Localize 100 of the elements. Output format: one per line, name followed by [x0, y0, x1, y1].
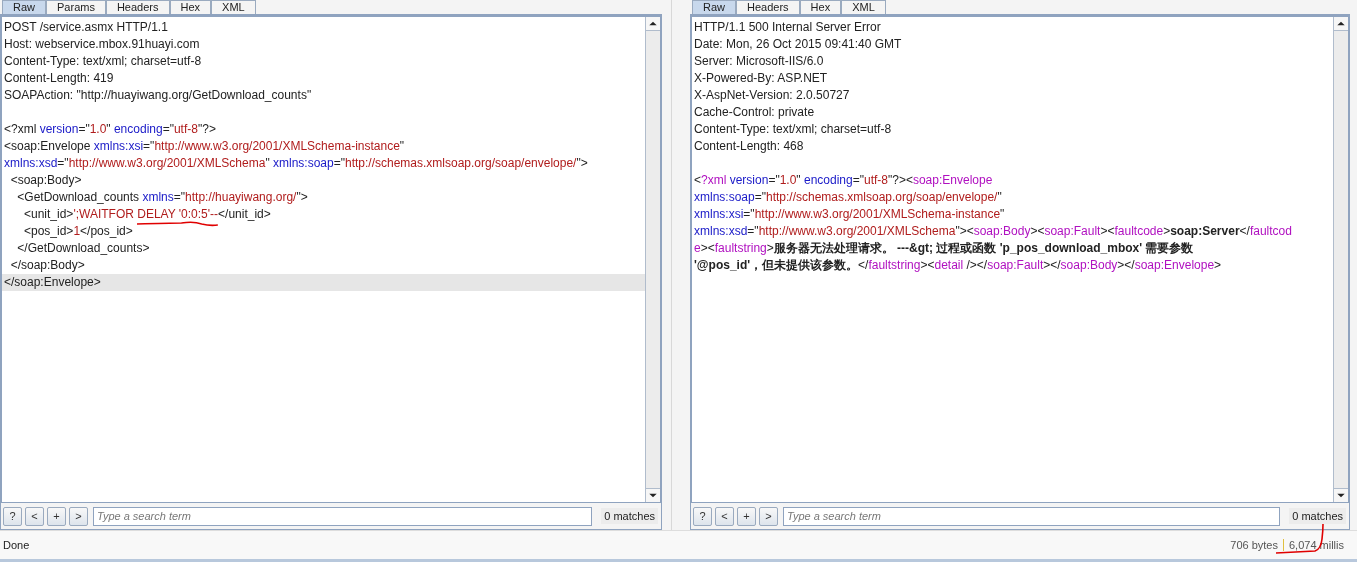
- code-token: http://www.w3.org/2001/XMLSchema-instance: [154, 139, 400, 153]
- response-time: 6,074 millis: [1288, 536, 1344, 554]
- code-token: e: [694, 241, 701, 255]
- code-token: DELAY '0:0:5'--: [137, 207, 219, 221]
- code-token: >: [1163, 224, 1171, 238]
- code-token: =": [78, 122, 90, 136]
- tab[interactable]: XML: [841, 0, 886, 14]
- match-count: 0 matches: [1289, 507, 1346, 525]
- code-token: "><: [955, 224, 974, 238]
- code-token: X-AspNet-Version: 2.0.50727: [694, 88, 850, 102]
- code-token: Server: Microsoft-IIS/6.0: [694, 54, 824, 68]
- code-token: xmlns:xsi: [93, 139, 144, 153]
- code-token: 1.0: [89, 122, 107, 136]
- scrollbar[interactable]: [645, 17, 660, 502]
- scroll-down-icon[interactable]: [1334, 488, 1348, 502]
- code-token: ": [1000, 207, 1005, 221]
- code-token: soap:Body: [973, 224, 1031, 238]
- code-token: </unit_id>: [218, 207, 271, 221]
- search-nav-button[interactable]: <: [25, 506, 44, 526]
- code-token: xmlns:xsd: [4, 156, 58, 170]
- code-token: Content-Length: 419: [4, 71, 114, 85]
- code-token: X-Powered-By: ASP.NET: [694, 71, 828, 85]
- code-token: "?>: [197, 122, 216, 136]
- search-nav-button[interactable]: >: [759, 506, 778, 526]
- search-nav-button[interactable]: ?: [693, 506, 712, 526]
- code-token: </soap:Envelope>: [4, 275, 101, 289]
- code-token: faultstring: [868, 258, 921, 272]
- code-token: soap:Server: [1170, 224, 1240, 238]
- tab[interactable]: Headers: [736, 0, 800, 14]
- code-token: ?xml: [701, 173, 727, 187]
- code-token: =": [743, 207, 755, 221]
- code-token: http://schemas.xmlsoap.org/soap/envelope/: [344, 156, 577, 170]
- search-field[interactable]: Type a search term: [783, 506, 1281, 526]
- scroll-up-icon[interactable]: [646, 17, 660, 31]
- search-nav-button[interactable]: +: [737, 506, 756, 526]
- code-token: ": [997, 190, 1002, 204]
- code-token: utf-8: [173, 122, 198, 136]
- code-token: ": [399, 139, 405, 153]
- code-token: /></: [965, 258, 988, 272]
- code-token: http://www.w3.org/2001/XMLSchema: [758, 224, 956, 238]
- code-token: soap:Envelope: [912, 173, 993, 187]
- tab[interactable]: XML: [211, 0, 256, 14]
- code-token: Content-Type: text/xml; charset=utf-8: [694, 122, 892, 136]
- code-token: HTTP/1.1 500 Internal Server Error: [694, 20, 881, 34]
- scroll-down-icon[interactable]: [646, 488, 660, 502]
- tab[interactable]: Params: [46, 0, 106, 14]
- tab[interactable]: Hex: [169, 0, 212, 14]
- code-token: encoding: [113, 122, 163, 136]
- scrollbar[interactable]: [1333, 17, 1348, 502]
- code-token: </soap:Body>: [9, 258, 85, 272]
- code-token: =": [747, 224, 759, 238]
- code-token: xmlns:xsd: [694, 224, 748, 238]
- scroll-up-icon[interactable]: [1334, 17, 1348, 31]
- code-token: "?><: [887, 173, 913, 187]
- search-nav-button[interactable]: <: [715, 506, 734, 526]
- tab[interactable]: Raw: [2, 0, 46, 14]
- code-token: </: [1239, 224, 1250, 238]
- code-token: Host: webservice.mbox.91huayi.com: [4, 37, 200, 51]
- code-token: soap:Body: [1060, 258, 1118, 272]
- code-token: ><: [1100, 224, 1115, 238]
- code-token: soap:Fault: [987, 258, 1044, 272]
- code-token: ><: [920, 258, 935, 272]
- code-token: POST /service.asmx HTTP/1.1: [4, 20, 168, 34]
- code-token: encoding: [803, 173, 853, 187]
- code-token: 1.0: [779, 173, 797, 187]
- code-token: xmlns:soap: [273, 156, 334, 170]
- search-nav-button[interactable]: +: [47, 506, 66, 526]
- code-token: ": [265, 156, 271, 170]
- code-token: ></: [1117, 258, 1135, 272]
- code-token: faultcode: [1114, 224, 1164, 238]
- code-token: <pos_id>: [23, 224, 74, 238]
- code-token: ": [796, 173, 802, 187]
- search-field[interactable]: Type a search term: [93, 506, 593, 526]
- code-token: </: [858, 258, 869, 272]
- response-size: 706 bytes: [1230, 537, 1278, 553]
- code-token: http://schemas.xmlsoap.org/soap/envelope/: [766, 190, 998, 204]
- code-token: http://www.w3.org/2001/XMLSchema-instance: [754, 207, 1001, 221]
- code-token: =": [768, 173, 780, 187]
- code-token: http://www.w3.org/2001/XMLSchema: [68, 156, 266, 170]
- code-token: ><: [700, 241, 715, 255]
- code-token: '@pos_id'，但未提供该参数。: [694, 258, 859, 272]
- code-token: <GetDownload_counts: [16, 190, 141, 204]
- search-nav-button[interactable]: ?: [3, 506, 22, 526]
- tab[interactable]: Raw: [692, 0, 736, 14]
- code-token: Content-Type: text/xml; charset=utf-8: [4, 54, 202, 68]
- code-token: Cache-Control: private: [694, 105, 815, 119]
- code-token: version: [728, 173, 769, 187]
- tab[interactable]: Hex: [799, 0, 842, 14]
- code-token: <unit_id>: [23, 207, 74, 221]
- code-token: <?xml: [4, 122, 38, 136]
- code-token: =": [852, 173, 864, 187]
- search-nav-button[interactable]: >: [69, 506, 88, 526]
- tab[interactable]: Headers: [105, 0, 170, 14]
- code-token: xmlns:xsi: [694, 207, 744, 221]
- code-token: utf-8: [863, 173, 888, 187]
- code-token: <soap:Envelope: [4, 139, 92, 153]
- code-token: ": [106, 122, 112, 136]
- code-token: </pos_id>: [80, 224, 133, 238]
- code-token: =": [173, 190, 186, 204]
- code-token: version: [39, 122, 79, 136]
